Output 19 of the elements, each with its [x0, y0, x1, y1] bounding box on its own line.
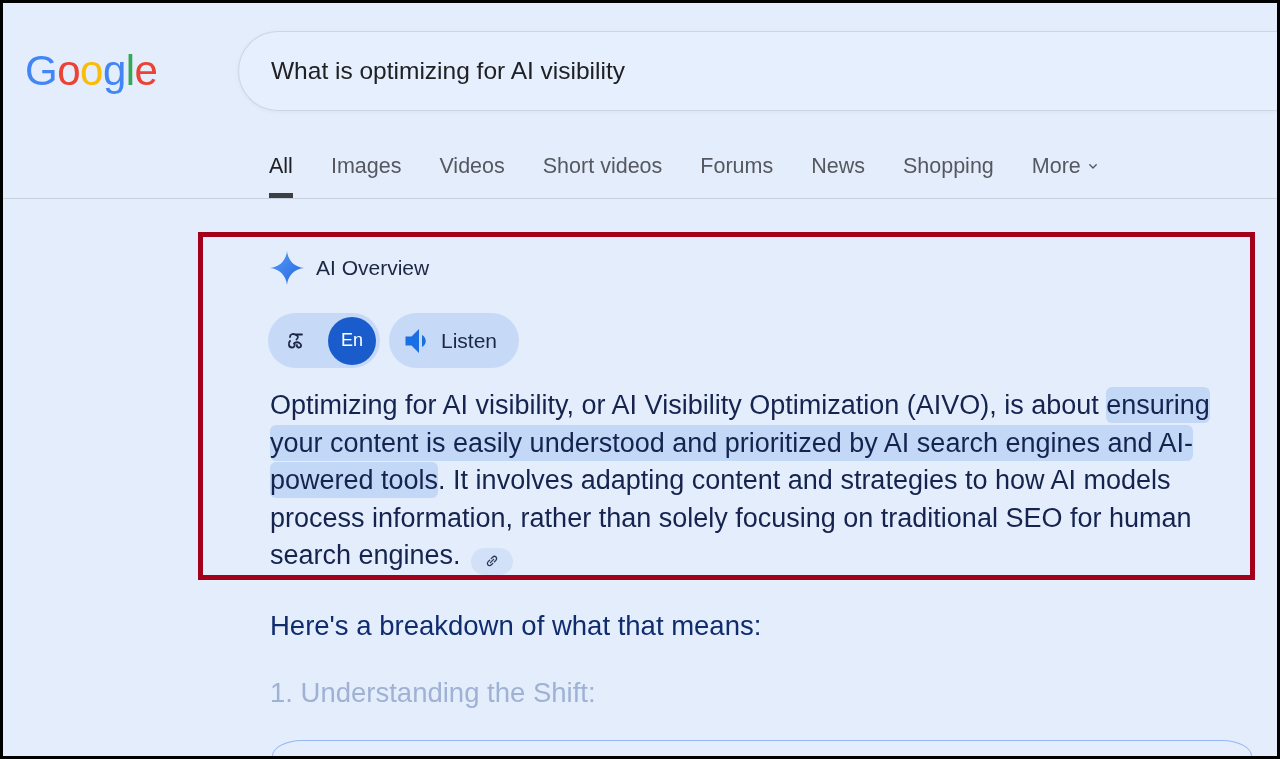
search-field[interactable]: What is optimizing for AI visibility	[238, 31, 1277, 111]
logo: Google	[25, 50, 159, 92]
tab[interactable]: News	[811, 153, 865, 198]
breakdown-intro: Here's a breakdown of what that means:	[270, 608, 762, 643]
tab[interactable]: Short videos	[542, 153, 663, 198]
caret-icon	[1088, 163, 1097, 169]
section-title: AI Overview	[316, 256, 430, 280]
tab[interactable]: Images	[330, 153, 402, 198]
tab[interactable]: More	[1031, 153, 1097, 198]
section-heading: 1. Understanding the Shift:	[270, 676, 596, 710]
tab[interactable]: Shopping	[902, 153, 994, 198]
source-link-button[interactable]	[470, 547, 513, 575]
link-icon	[485, 555, 498, 567]
listen-button[interactable]: Listen	[389, 313, 520, 368]
language-icon	[286, 331, 306, 350]
language-option[interactable]: En	[328, 316, 376, 365]
speaker-icon	[405, 328, 427, 353]
tab[interactable]: Videos	[439, 153, 505, 198]
tab[interactable]: Forums	[700, 153, 774, 198]
